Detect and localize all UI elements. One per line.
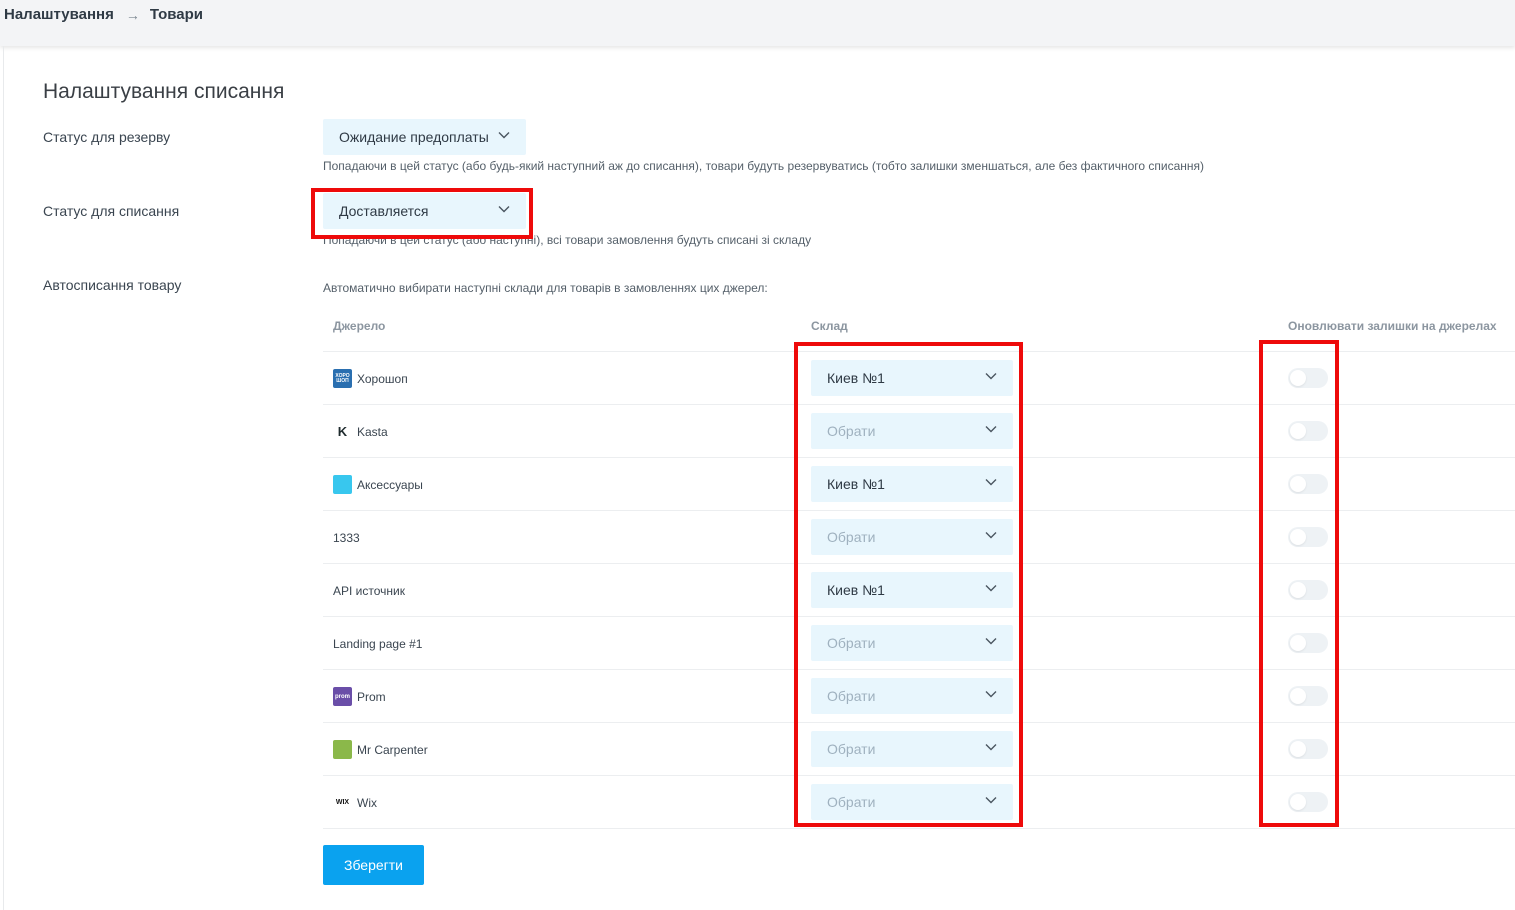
source-name: Kasta — [357, 424, 388, 439]
reserve-status-value: Ожидание предоплаты — [339, 129, 489, 145]
horoshop-icon: ХОРО ШОП — [333, 369, 352, 388]
highlight-writeoff-status — [311, 188, 533, 239]
reserve-status-hint: Попадаючи в цей статус (або будь-який на… — [323, 159, 1205, 173]
breadcrumb: Налаштування → Товари — [4, 6, 203, 23]
source-name: Mr Carpenter — [357, 742, 428, 757]
auto-writeoff-hint: Автоматично вибирати наступні склади для… — [323, 281, 768, 295]
source-name: Wix — [357, 795, 377, 810]
source-name: Аксессуары — [357, 477, 423, 492]
source-name: API источник — [333, 583, 405, 598]
source-name: Хорошоп — [357, 371, 408, 386]
source-cell: 1333 — [333, 511, 360, 564]
auto-writeoff-label: Автосписання товару — [43, 277, 182, 293]
chevron-down-icon — [498, 131, 510, 139]
breadcrumb-current: Товари — [149, 6, 203, 23]
breadcrumb-arrow-icon: → — [125, 6, 140, 23]
breadcrumb-parent[interactable]: Налаштування — [4, 6, 114, 23]
reserve-status-label: Статус для резерву — [43, 129, 171, 145]
source-name: Prom — [357, 689, 386, 704]
save-button[interactable]: Зберегти — [323, 845, 424, 885]
reserve-status-select[interactable]: Ожидание предоплаты — [323, 119, 526, 155]
cart-icon — [333, 475, 352, 494]
source-cell: Аксессуары — [333, 458, 423, 511]
source-cell: Mr Carpenter — [333, 723, 428, 776]
table-divider — [323, 828, 1515, 829]
source-name: Landing page #1 — [333, 636, 423, 651]
kasta-icon: K — [337, 424, 348, 439]
prom-icon: prom — [333, 687, 352, 706]
source-cell: prom Prom — [333, 670, 386, 723]
shopify-icon — [333, 740, 352, 759]
highlight-warehouse-column — [794, 342, 1023, 827]
top-bar: Налаштування → Товари — [0, 0, 1515, 46]
writeoff-status-label: Статус для списання — [43, 203, 180, 219]
source-cell: Landing page #1 — [333, 617, 422, 670]
page-title: Налаштування списання — [43, 80, 285, 103]
source-cell: WIX Wix — [333, 776, 377, 829]
source-cell: API источник — [333, 564, 405, 617]
wix-icon: WIX — [335, 799, 350, 806]
column-header-source: Джерело — [333, 319, 386, 333]
highlight-update-column — [1259, 340, 1339, 827]
source-name: 1333 — [333, 530, 360, 545]
divider — [3, 46, 4, 910]
source-cell: ХОРО ШОП Хорошоп — [333, 352, 408, 405]
column-header-update-stock: Оновлювати залишки на джерелах — [1288, 319, 1497, 333]
column-header-warehouse: Склад — [811, 319, 848, 333]
source-cell: K Kasta — [333, 405, 388, 458]
